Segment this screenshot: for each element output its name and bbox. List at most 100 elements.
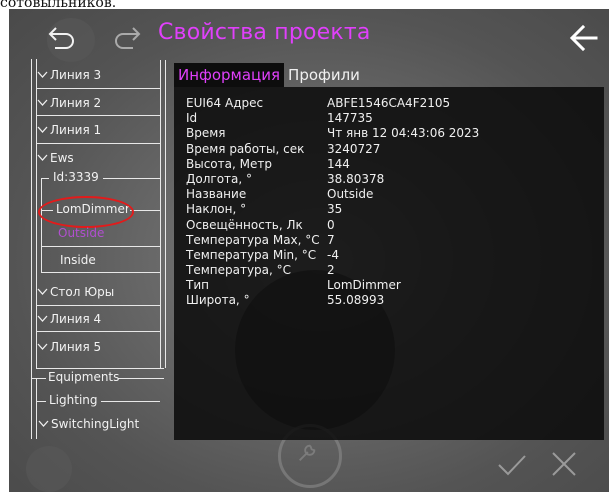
property-key: Долгота, ° xyxy=(186,171,253,186)
tree-item-label: Ews xyxy=(50,151,74,165)
tree-item-line5[interactable]: Линия 5 xyxy=(37,340,101,354)
group-frame xyxy=(36,378,37,439)
chevron-down-icon xyxy=(37,99,48,106)
redo-icon[interactable] xyxy=(111,22,143,54)
tree-separator xyxy=(36,368,164,369)
chevron-down-icon xyxy=(38,420,49,427)
property-row: Температура, °C 2 xyxy=(186,263,479,278)
tree-item-switchinglight[interactable]: SwitchingLight xyxy=(38,417,139,431)
property-key: Тип xyxy=(186,278,209,293)
property-value: Outside xyxy=(327,187,374,202)
tree-item-label: Inside xyxy=(60,253,96,267)
group-frame-left xyxy=(41,178,42,272)
property-key: Температура, °C xyxy=(186,263,292,278)
chevron-down-icon xyxy=(37,154,48,161)
property-row: Высота, Метр 144 xyxy=(186,157,479,172)
tree-item-ews[interactable]: Ews xyxy=(37,151,74,165)
property-key: Время работы, сек xyxy=(186,141,305,156)
property-key: Id xyxy=(186,111,198,126)
tree-scroll-guide xyxy=(160,60,166,368)
tree-item-line2[interactable]: Линия 2 xyxy=(37,96,101,110)
tree-item-line3[interactable]: Линия 3 xyxy=(37,68,101,82)
tree-group-lighting[interactable]: Lighting xyxy=(49,393,98,407)
tree-branch xyxy=(130,210,160,211)
group-frame-top-right xyxy=(103,178,160,179)
close-icon[interactable] xyxy=(548,448,580,480)
tree-item-label: Линия 5 xyxy=(50,340,102,354)
property-key: Широта, ° xyxy=(186,293,250,308)
tree-item-label: Линия 4 xyxy=(50,312,102,326)
tree-item-line4[interactable]: Линия 4 xyxy=(37,312,101,326)
property-key: Температура Min, °C xyxy=(186,247,317,262)
property-row: Долгота, ° 38.80378 xyxy=(186,172,479,187)
property-row: Температура Min, °C -4 xyxy=(186,248,479,263)
tree-separator xyxy=(37,143,160,144)
property-value: 147735 xyxy=(327,111,373,126)
tree-item-label: Стол Юры xyxy=(50,285,115,299)
tab-info[interactable]: Информация xyxy=(174,63,285,87)
tree-item-inside[interactable]: Inside xyxy=(60,253,96,267)
property-value: 38.80378 xyxy=(327,171,385,186)
tree-separator xyxy=(37,331,160,332)
property-row: Наклон, ° 35 xyxy=(186,202,479,217)
tree-separator xyxy=(41,246,160,247)
property-row: Тип LomDimmer xyxy=(186,278,479,293)
highlight-ring xyxy=(38,196,134,228)
back-arrow-icon[interactable] xyxy=(566,20,602,56)
tree-separator xyxy=(37,88,160,89)
property-value: 55.08993 xyxy=(327,293,385,308)
tree-item-outside[interactable]: Outside xyxy=(58,226,104,240)
property-list: EUI64 Адрес ABFE1546CA4F2105 Id 147735 Вре… xyxy=(186,96,479,309)
property-row: Время работы, сек 3240727 xyxy=(186,142,479,157)
chevron-down-icon xyxy=(37,343,48,350)
property-value: 3240727 xyxy=(327,141,381,156)
tree-item-label: SwitchingLight xyxy=(51,417,140,431)
property-key: Освещённость, Лк xyxy=(186,217,303,232)
group-frame xyxy=(31,378,46,379)
background-dial-left xyxy=(26,446,72,492)
wrench-icon xyxy=(299,444,316,461)
property-value: 0 xyxy=(327,217,335,232)
group-frame xyxy=(36,401,46,402)
tree-rail xyxy=(31,59,32,439)
tree-item-stol-yury[interactable]: Стол Юры xyxy=(37,285,114,299)
group-frame-bottom xyxy=(41,272,160,273)
property-key: Температура Max, °C xyxy=(186,232,320,247)
check-icon[interactable] xyxy=(496,448,528,480)
property-value: Чт янв 12 04:43:06 2023 xyxy=(327,126,480,141)
tab-profiles[interactable]: Профили xyxy=(284,63,364,87)
caption-fragment: сотовыльников. xyxy=(0,0,117,9)
property-value: 144 xyxy=(327,156,350,171)
tree-item-label: Линия 3 xyxy=(50,68,102,82)
group-frame xyxy=(118,378,164,379)
property-value: LomDimmer xyxy=(327,278,401,293)
chevron-down-icon xyxy=(37,71,48,78)
property-key: Время xyxy=(186,126,226,141)
property-key: Высота, Метр xyxy=(186,156,272,171)
undo-icon[interactable] xyxy=(46,22,78,54)
group-frame-top-left xyxy=(41,178,49,179)
tree-group-label: Id:3339 xyxy=(53,170,99,184)
tree-item-label: Линия 2 xyxy=(50,96,102,110)
chevron-down-icon xyxy=(37,288,48,295)
property-row: Id 147735 xyxy=(186,111,479,126)
property-row: Название Outside xyxy=(186,187,479,202)
property-row: Широта, ° 55.08993 xyxy=(186,293,479,308)
chevron-down-icon xyxy=(37,315,48,322)
tree-item-line1[interactable]: Линия 1 xyxy=(37,123,101,137)
property-key: Название xyxy=(186,187,247,202)
property-row: EUI64 Адрес ABFE1546CA4F2105 xyxy=(186,96,479,111)
tab-bar: Информация Профили xyxy=(174,63,364,87)
tree-item-label: Outside xyxy=(58,226,105,240)
group-frame xyxy=(101,401,160,402)
property-value: 7 xyxy=(327,232,335,247)
property-row: Температура Max, °C 7 xyxy=(186,233,479,248)
tree-group-equipments[interactable]: Equipments xyxy=(48,370,119,384)
property-key: EUI64 Адрес xyxy=(186,96,264,110)
property-value: 35 xyxy=(327,202,343,217)
property-row: Освещённость, Лк 0 xyxy=(186,218,479,233)
tree-separator xyxy=(37,115,160,116)
property-value: -4 xyxy=(327,247,339,262)
chevron-down-icon xyxy=(37,126,48,133)
tree-separator xyxy=(37,305,160,306)
